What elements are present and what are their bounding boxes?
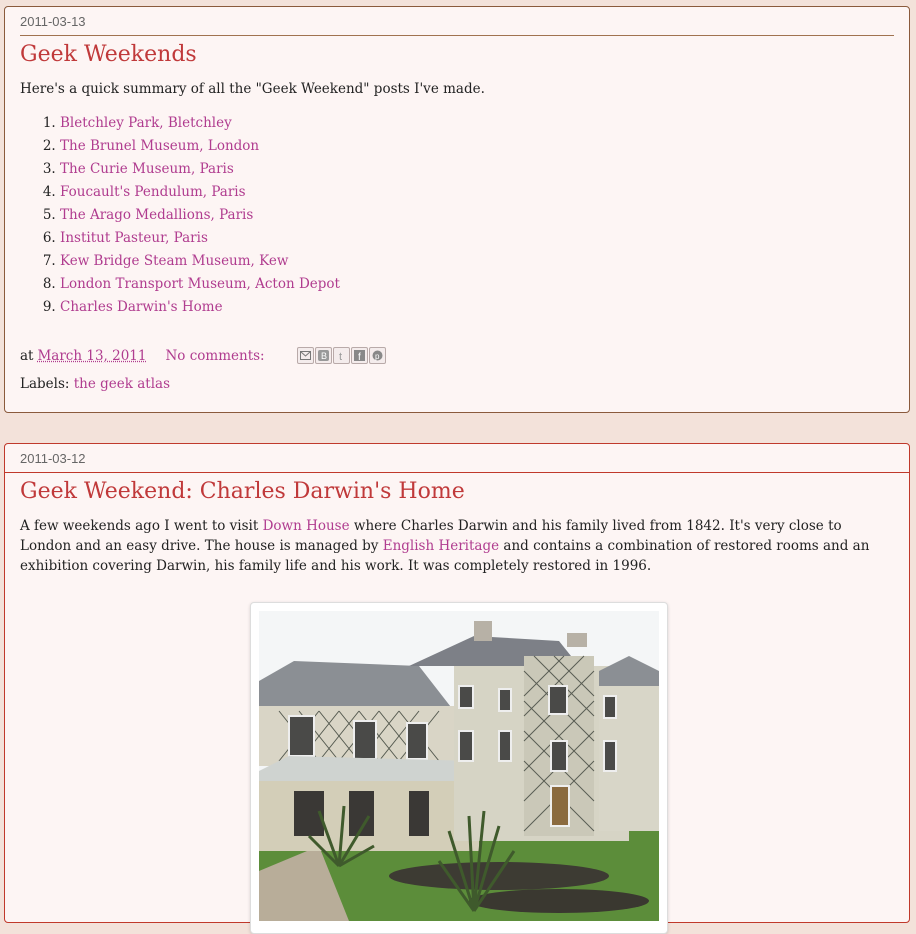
list-item-link[interactable]: Foucault's Pendulum, Paris — [60, 184, 246, 200]
list-item: Kew Bridge Steam Museum, Kew — [60, 251, 909, 274]
list-item: The Arago Medallions, Paris — [60, 205, 909, 228]
twitter-icon[interactable]: t — [332, 347, 350, 364]
list-item: Charles Darwin's Home — [60, 297, 909, 320]
list-item-link[interactable]: Institut Pasteur, Paris — [60, 230, 208, 246]
post-title[interactable]: Geek Weekends — [20, 42, 894, 67]
post-date-link[interactable]: March 13, 2011 — [37, 348, 146, 364]
list-item-link[interactable]: The Arago Medallions, Paris — [60, 207, 253, 223]
list-item-link[interactable]: London Transport Museum, Acton Depot — [60, 276, 340, 292]
english-heritage-link[interactable]: English Heritage — [383, 538, 499, 554]
list-item: London Transport Museum, Acton Depot — [60, 274, 909, 297]
list-item: The Brunel Museum, London — [60, 136, 909, 159]
post-darwin-home: 2011-03-12 Geek Weekend: Charles Darwin'… — [4, 443, 910, 934]
weekend-list: Bletchley Park, Bletchley The Brunel Mus… — [5, 113, 909, 320]
list-item: Foucault's Pendulum, Paris — [60, 182, 909, 205]
share-buttons: B t f p — [296, 347, 386, 364]
post-labels: Labels: the geek atlas — [20, 376, 894, 392]
labels-prefix: Labels: — [20, 376, 70, 392]
list-item-link[interactable]: Kew Bridge Steam Museum, Kew — [60, 253, 288, 269]
comments-link[interactable]: No comments: — [165, 348, 264, 364]
post-title[interactable]: Geek Weekend: Charles Darwin's Home — [20, 479, 894, 504]
post-date: 2011-03-13 — [20, 7, 894, 36]
label-link[interactable]: the geek atlas — [74, 376, 170, 392]
post-body: A few weekends ago I went to visit Down … — [20, 516, 894, 576]
list-item-link[interactable]: Charles Darwin's Home — [60, 299, 223, 315]
post-geek-weekends: 2011-03-13 Geek Weekends Here's a quick … — [4, 6, 910, 413]
post-intro: Here's a quick summary of all the "Geek … — [20, 81, 485, 97]
list-item: The Curie Museum, Paris — [60, 159, 909, 182]
blogger-icon[interactable]: B — [314, 347, 332, 364]
svg-text:f: f — [358, 352, 361, 361]
post-date: 2011-03-12 — [5, 444, 909, 473]
at-label: at — [20, 347, 34, 364]
list-item: Bletchley Park, Bletchley — [60, 113, 909, 136]
email-icon[interactable] — [296, 347, 314, 364]
list-item-link[interactable]: The Curie Museum, Paris — [60, 161, 234, 177]
svg-text:B: B — [321, 351, 327, 361]
house-image — [259, 611, 659, 921]
down-house-photo[interactable] — [250, 602, 668, 934]
body-text: A few weekends ago I went to visit — [20, 518, 263, 534]
svg-text:t: t — [339, 351, 342, 361]
down-house-link[interactable]: Down House — [263, 518, 350, 534]
list-item: Institut Pasteur, Paris — [60, 228, 909, 251]
facebook-icon[interactable]: f — [350, 347, 368, 364]
list-item-link[interactable]: The Brunel Museum, London — [60, 138, 259, 154]
pinterest-icon[interactable]: p — [368, 347, 386, 364]
list-item-link[interactable]: Bletchley Park, Bletchley — [60, 115, 232, 131]
svg-text:p: p — [375, 352, 380, 361]
post-footer: at March 13, 2011 No comments: B t f p — [20, 347, 894, 364]
